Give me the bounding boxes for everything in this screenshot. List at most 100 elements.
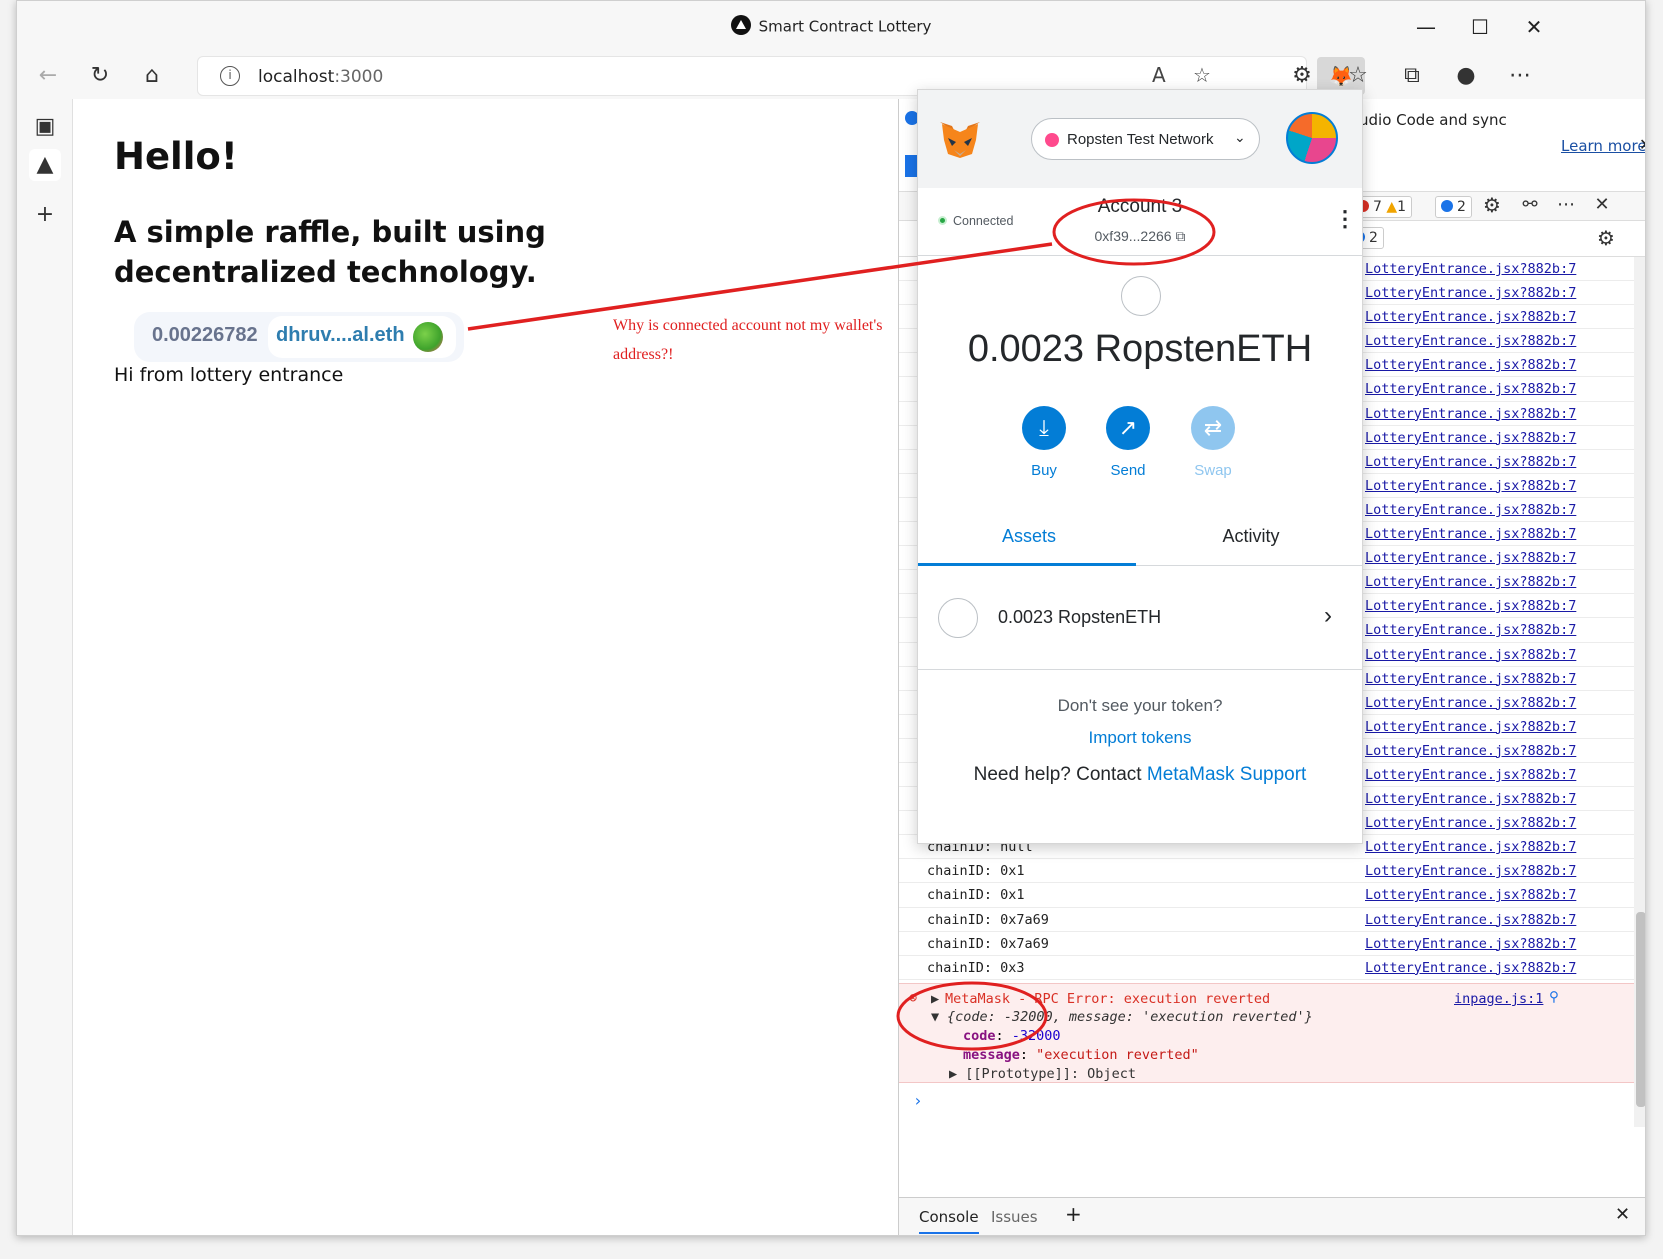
log-source-link[interactable]: LotteryEntrance.jsx?882b:7 [1365, 647, 1576, 663]
console-tab[interactable]: Console [919, 1208, 979, 1234]
more-options-icon[interactable]: ⋯ [1549, 188, 1583, 222]
close-window-button[interactable]: ✕ [1511, 9, 1557, 45]
metamask-fox-icon [940, 122, 980, 158]
search-icon[interactable]: ⚲ [1549, 989, 1559, 1005]
page-heading: Hello! [114, 135, 238, 178]
console-error-entry[interactable]: ⊗ ▶ MetaMask - RPC Error: execution reve… [899, 983, 1634, 1083]
metamask-support-link[interactable]: MetaMask Support [1147, 764, 1306, 785]
ens-pill[interactable]: dhruv....al.eth [268, 316, 456, 358]
log-source-link[interactable]: LotteryEntrance.jsx?882b:7 [1365, 502, 1576, 518]
banner-text: udio Code and sync [1359, 111, 1507, 129]
banner-close-icon[interactable]: ✕ [1639, 135, 1645, 154]
log-source-link[interactable]: LotteryEntrance.jsx?882b:7 [1365, 598, 1576, 614]
import-tokens-link[interactable]: Import tokens [918, 728, 1362, 748]
new-tab-icon[interactable]: + [29, 199, 61, 231]
maximize-button[interactable]: ☐ [1457, 9, 1503, 45]
app-logo-icon [730, 15, 751, 35]
log-source-link[interactable]: LotteryEntrance.jsx?882b:7 [1365, 791, 1576, 807]
log-source-link[interactable]: LotteryEntrance.jsx?882b:7 [1365, 381, 1576, 397]
asset-row[interactable]: 0.0023 RopstenETH › [918, 566, 1362, 670]
issues-tab[interactable]: Issues [991, 1208, 1038, 1226]
log-message: chainID: 0x3 [927, 959, 1025, 976]
copy-icon[interactable]: ⧉ [1175, 228, 1185, 244]
log-source-link[interactable]: LotteryEntrance.jsx?882b:7 [1365, 839, 1576, 855]
profile-icon[interactable]: ● [1449, 59, 1483, 93]
send-button[interactable]: ↗ Send [1088, 406, 1168, 479]
log-source-link[interactable]: LotteryEntrance.jsx?882b:7 [1365, 887, 1576, 903]
log-source-link[interactable]: LotteryEntrance.jsx?882b:7 [1365, 261, 1576, 277]
devtools-drawer: Console Issues + ✕ [899, 1197, 1645, 1235]
log-source-link[interactable]: LotteryEntrance.jsx?882b:7 [1365, 357, 1576, 373]
log-source-link[interactable]: LotteryEntrance.jsx?882b:7 [1365, 815, 1576, 831]
account-avatar[interactable] [1286, 112, 1338, 164]
log-source-link[interactable]: LotteryEntrance.jsx?882b:7 [1365, 960, 1576, 976]
vertical-tabs-sidebar: ▣ ▲ + [17, 99, 73, 1235]
buy-button[interactable]: ⤓ Buy [1004, 406, 1084, 479]
log-source-link[interactable]: LotteryEntrance.jsx?882b:7 [1365, 743, 1576, 759]
account-options-icon[interactable]: ⋮ [1334, 206, 1356, 232]
url-text[interactable]: localhost:3000 [258, 67, 383, 87]
console-settings-icon[interactable]: ⚙ [1589, 221, 1623, 255]
close-devtools-icon[interactable]: ✕ [1585, 188, 1619, 222]
site-info-icon[interactable]: i [220, 66, 240, 86]
swap-label: Swap [1194, 462, 1232, 479]
back-icon[interactable]: ← [31, 59, 65, 93]
tab-actions-icon[interactable]: ▣ [29, 111, 61, 143]
connect-icon[interactable]: ⚯ [1513, 188, 1547, 222]
warning-icon: ▲ [1386, 199, 1398, 215]
settings-gear-icon[interactable]: ⚙ [1475, 188, 1509, 222]
blockie-avatar [413, 322, 443, 352]
info-count-badge[interactable]: 2 [1435, 196, 1472, 218]
log-source-link[interactable]: LotteryEntrance.jsx?882b:7 [1365, 863, 1576, 879]
console-scrollbar[interactable] [1634, 257, 1645, 1127]
log-source-link[interactable]: LotteryEntrance.jsx?882b:7 [1365, 767, 1576, 783]
log-source-link[interactable]: LotteryEntrance.jsx?882b:7 [1365, 912, 1576, 928]
tab-activity[interactable]: Activity [1140, 526, 1362, 547]
browser-toolbar: ← ↻ ⌂ i localhost:3000 A ☆ 🦊 ⚙ ☆ ⧉ ● ⋯ [17, 53, 1645, 99]
close-drawer-icon[interactable]: ✕ [1615, 1204, 1630, 1225]
network-selector[interactable]: Ropsten Test Network ⌄ [1031, 118, 1260, 160]
window-title: Smart Contract Lottery [17, 15, 1645, 37]
log-source-link[interactable]: LotteryEntrance.jsx?882b:7 [1365, 333, 1576, 349]
log-source-link[interactable]: LotteryEntrance.jsx?882b:7 [1365, 478, 1576, 494]
tab-assets[interactable]: Assets [918, 526, 1140, 547]
collections-icon[interactable]: ⧉ [1395, 59, 1429, 93]
log-source-link[interactable]: LotteryEntrance.jsx?882b:7 [1365, 526, 1576, 542]
log-source-link[interactable]: LotteryEntrance.jsx?882b:7 [1365, 285, 1576, 301]
log-message: chainID: 0x7a69 [927, 935, 1049, 952]
error-source-link[interactable]: inpage.js:1 [1454, 991, 1543, 1007]
log-source-link[interactable]: LotteryEntrance.jsx?882b:7 [1365, 454, 1576, 470]
log-source-link[interactable]: LotteryEntrance.jsx?882b:7 [1365, 574, 1576, 590]
log-source-link[interactable]: LotteryEntrance.jsx?882b:7 [1365, 936, 1576, 952]
refresh-icon[interactable]: ↻ [83, 59, 117, 93]
add-tab-icon[interactable]: + [1065, 1202, 1082, 1226]
minimize-button[interactable]: — [1403, 9, 1449, 45]
table-row: chainID: 0x7a69 LotteryEntrance.jsx?882b:… [899, 908, 1634, 932]
swap-icon: ⇄ [1191, 406, 1235, 450]
scrollbar-thumb[interactable] [1636, 912, 1645, 1107]
swap-button[interactable]: ⇄ Swap [1173, 406, 1253, 479]
expand-arrow-icon[interactable]: ▶ [931, 991, 939, 1007]
log-source-link[interactable]: LotteryEntrance.jsx?882b:7 [1365, 719, 1576, 735]
collapse-arrow-icon[interactable]: ▼ [931, 1009, 939, 1025]
favorites-icon[interactable]: ☆ [1341, 59, 1375, 93]
log-source-link[interactable]: LotteryEntrance.jsx?882b:7 [1365, 406, 1576, 422]
log-source-link[interactable]: LotteryEntrance.jsx?882b:7 [1365, 550, 1576, 566]
console-prompt[interactable]: › [913, 1091, 923, 1110]
log-source-link[interactable]: LotteryEntrance.jsx?882b:7 [1365, 671, 1576, 687]
log-source-link[interactable]: LotteryEntrance.jsx?882b:7 [1365, 430, 1576, 446]
add-favorite-icon[interactable]: ☆ [1193, 63, 1211, 87]
error-prototype[interactable]: ▶ [[Prototype]]: Object [949, 1066, 1136, 1082]
error-title: MetaMask - RPC Error: execution reverted [945, 991, 1271, 1007]
read-aloud-icon[interactable]: A [1152, 63, 1166, 87]
learn-more-link[interactable]: Learn more [1561, 137, 1645, 155]
connect-wallet-button[interactable]: 0.00226782 dhruv....al.eth [134, 312, 464, 362]
log-source-link[interactable]: LotteryEntrance.jsx?882b:7 [1365, 309, 1576, 325]
home-icon[interactable]: ⌂ [135, 59, 169, 93]
account-address[interactable]: 0xf39...2266 ⧉ [918, 228, 1362, 245]
log-source-link[interactable]: LotteryEntrance.jsx?882b:7 [1365, 695, 1576, 711]
log-source-link[interactable]: LotteryEntrance.jsx?882b:7 [1365, 622, 1576, 638]
active-tab-icon[interactable]: ▲ [29, 149, 61, 181]
more-menu-icon[interactable]: ⋯ [1503, 59, 1537, 93]
extensions-icon[interactable]: ⚙ [1285, 59, 1319, 93]
